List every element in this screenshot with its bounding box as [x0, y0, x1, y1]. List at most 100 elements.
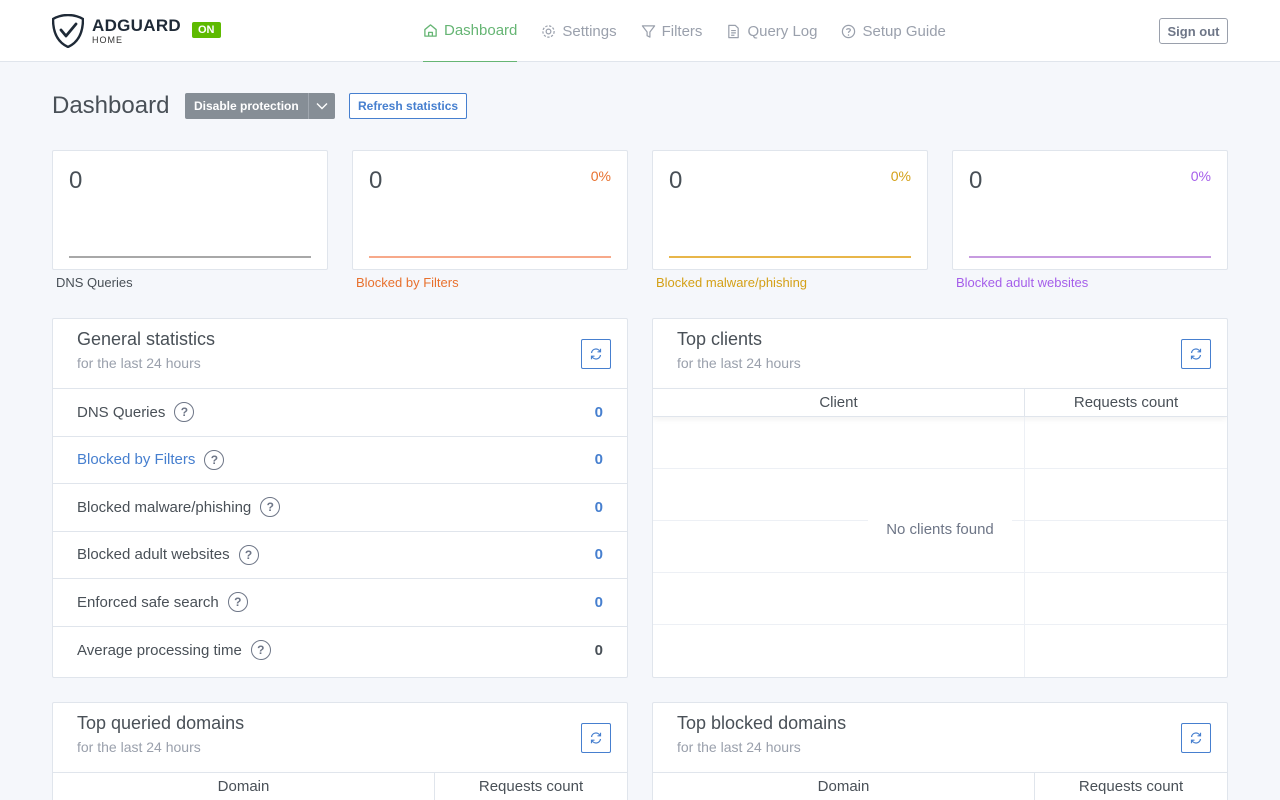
home-icon: [424, 24, 437, 37]
stat-label-dns-queries: DNS Queries: [56, 275, 133, 290]
stat-row-value: 0: [594, 641, 603, 659]
stat-card-blocked-adult: 0 0%: [952, 150, 1228, 270]
nav-settings[interactable]: Settings: [541, 0, 617, 62]
stat-percent: 0%: [890, 168, 911, 184]
stat-row-label: Blocked adult websites: [77, 546, 230, 564]
refresh-general-button[interactable]: [581, 339, 611, 369]
nav-query-log[interactable]: Query Log: [726, 0, 817, 62]
stat-row-value: 0: [594, 546, 603, 564]
stat-sparkline: [69, 256, 311, 258]
refresh-clients-button[interactable]: [1181, 339, 1211, 369]
refresh-blocked-button[interactable]: [1181, 723, 1211, 753]
nav-setup-guide-label: Setup Guide: [862, 22, 946, 40]
disable-options-dropdown[interactable]: [307, 93, 335, 119]
refresh-icon: [1190, 732, 1202, 744]
help-circle-icon: [842, 24, 856, 38]
panel-header: Top queried domains for the last 24 hour…: [53, 703, 627, 773]
help-icon[interactable]: ?: [174, 402, 195, 423]
disable-protection-group: Disable protection: [185, 93, 335, 119]
refresh-statistics-button[interactable]: Refresh statistics: [349, 93, 468, 119]
stat-row-dns-queries: DNS Queries ? 0: [53, 389, 627, 437]
brand-subtitle: HOME: [92, 35, 123, 45]
stat-sparkline: [969, 256, 1211, 258]
panel-title: Top clients: [677, 329, 763, 349]
stat-label-blocked-adult: Blocked adult websites: [956, 275, 1089, 290]
stat-row-value: 0: [594, 498, 603, 516]
stat-percent: 0%: [590, 168, 611, 184]
stat-value: 0: [69, 167, 83, 194]
nav-filters[interactable]: Filters: [641, 0, 703, 62]
stat-label-blocked-filters: Blocked by Filters: [356, 275, 459, 290]
column-header-domain[interactable]: Domain: [653, 773, 1035, 800]
stat-card-dns-queries: 0: [52, 150, 328, 270]
top-queried-domains-panel: Top queried domains for the last 24 hour…: [52, 702, 628, 800]
stat-row-value: 0: [594, 451, 603, 469]
no-clients-message: No clients found: [653, 513, 1227, 546]
page-title: Dashboard: [52, 92, 170, 119]
help-icon[interactable]: ?: [250, 640, 271, 661]
help-icon[interactable]: ?: [260, 497, 281, 518]
main-nav: Dashboard Settings Filters Query Log Set…: [423, 0, 970, 62]
nav-dashboard-label: Dashboard: [444, 22, 518, 39]
stat-value: 0: [369, 167, 383, 194]
nav-dashboard[interactable]: Dashboard: [423, 0, 518, 62]
table-row: [653, 625, 1227, 677]
column-header-requests[interactable]: Requests count: [435, 773, 627, 800]
table-row: [653, 573, 1227, 625]
stat-row-blocked-filters: Blocked by Filters ? 0: [53, 437, 627, 484]
stat-row-blocked-malware: Blocked malware/phishing ? 0: [53, 484, 627, 532]
clients-table-header: Client Requests count: [653, 389, 1227, 417]
nav-query-log-label: Query Log: [747, 22, 818, 40]
stat-row-avg-time: Average processing time ? 0: [53, 627, 627, 675]
nav-setup-guide[interactable]: Setup Guide: [841, 0, 946, 62]
adguard-logo[interactable]: ADGUARD HOME: [52, 14, 181, 48]
refresh-icon: [1190, 348, 1202, 360]
no-clients-text: No clients found: [868, 513, 1012, 546]
refresh-icon: [590, 348, 602, 360]
stat-value: 0: [669, 167, 683, 194]
panel-subtitle: for the last 24 hours: [677, 739, 801, 755]
shield-logo-icon: [52, 14, 84, 48]
column-header-requests[interactable]: Requests count: [1025, 389, 1227, 416]
blocked-table-header: Domain Requests count: [653, 773, 1227, 800]
top-clients-panel: Top clients for the last 24 hours Client…: [652, 318, 1228, 678]
brand-name: ADGUARD: [92, 16, 181, 35]
panel-title: Top queried domains: [77, 713, 245, 733]
stat-row-value: 0: [594, 593, 603, 611]
stat-row-label: Enforced safe search: [77, 593, 219, 611]
stat-card-blocked-malware: 0 0%: [652, 150, 928, 270]
stat-label-blocked-malware: Blocked malware/phishing: [656, 275, 808, 290]
panel-subtitle: for the last 24 hours: [677, 355, 801, 371]
panel-title: Top blocked domains: [677, 713, 847, 733]
protection-status-badge: ON: [192, 22, 221, 38]
stat-percent: 0%: [1190, 168, 1211, 184]
stat-row-label: Blocked malware/phishing: [77, 498, 252, 516]
panel-subtitle: for the last 24 hours: [77, 355, 201, 371]
sign-out-button[interactable]: Sign out: [1159, 18, 1228, 44]
stat-value: 0: [969, 167, 983, 194]
general-statistics-panel: General statistics for the last 24 hours…: [52, 318, 628, 678]
refresh-queried-button[interactable]: [581, 723, 611, 753]
queried-table-header: Domain Requests count: [53, 773, 627, 800]
column-header-domain[interactable]: Domain: [53, 773, 435, 800]
stat-row-label: DNS Queries: [77, 403, 166, 421]
help-icon[interactable]: ?: [204, 449, 225, 470]
top-header: ADGUARD HOME ON Dashboard Settings Filte…: [0, 0, 1280, 62]
filter-icon: [641, 24, 655, 38]
stat-row-value: 0: [594, 403, 603, 421]
table-row: [653, 417, 1227, 469]
stat-row-label: Average processing time: [77, 641, 242, 659]
column-header-requests[interactable]: Requests count: [1035, 773, 1227, 800]
chevron-down-icon: [316, 103, 328, 110]
panel-header: Top clients for the last 24 hours: [653, 319, 1227, 389]
nav-filters-label: Filters: [661, 22, 703, 40]
blocked-filters-link[interactable]: Blocked by Filters: [77, 451, 195, 468]
gear-icon: [542, 24, 556, 38]
help-icon[interactable]: ?: [238, 544, 259, 565]
stat-sparkline: [369, 256, 611, 258]
column-header-client[interactable]: Client: [653, 389, 1025, 416]
help-icon[interactable]: ?: [227, 592, 248, 613]
disable-protection-button[interactable]: Disable protection: [185, 93, 308, 119]
general-stats-list: DNS Queries ? 0 Blocked by Filters ? 0 B…: [53, 389, 627, 674]
top-blocked-domains-panel: Top blocked domains for the last 24 hour…: [652, 702, 1228, 800]
